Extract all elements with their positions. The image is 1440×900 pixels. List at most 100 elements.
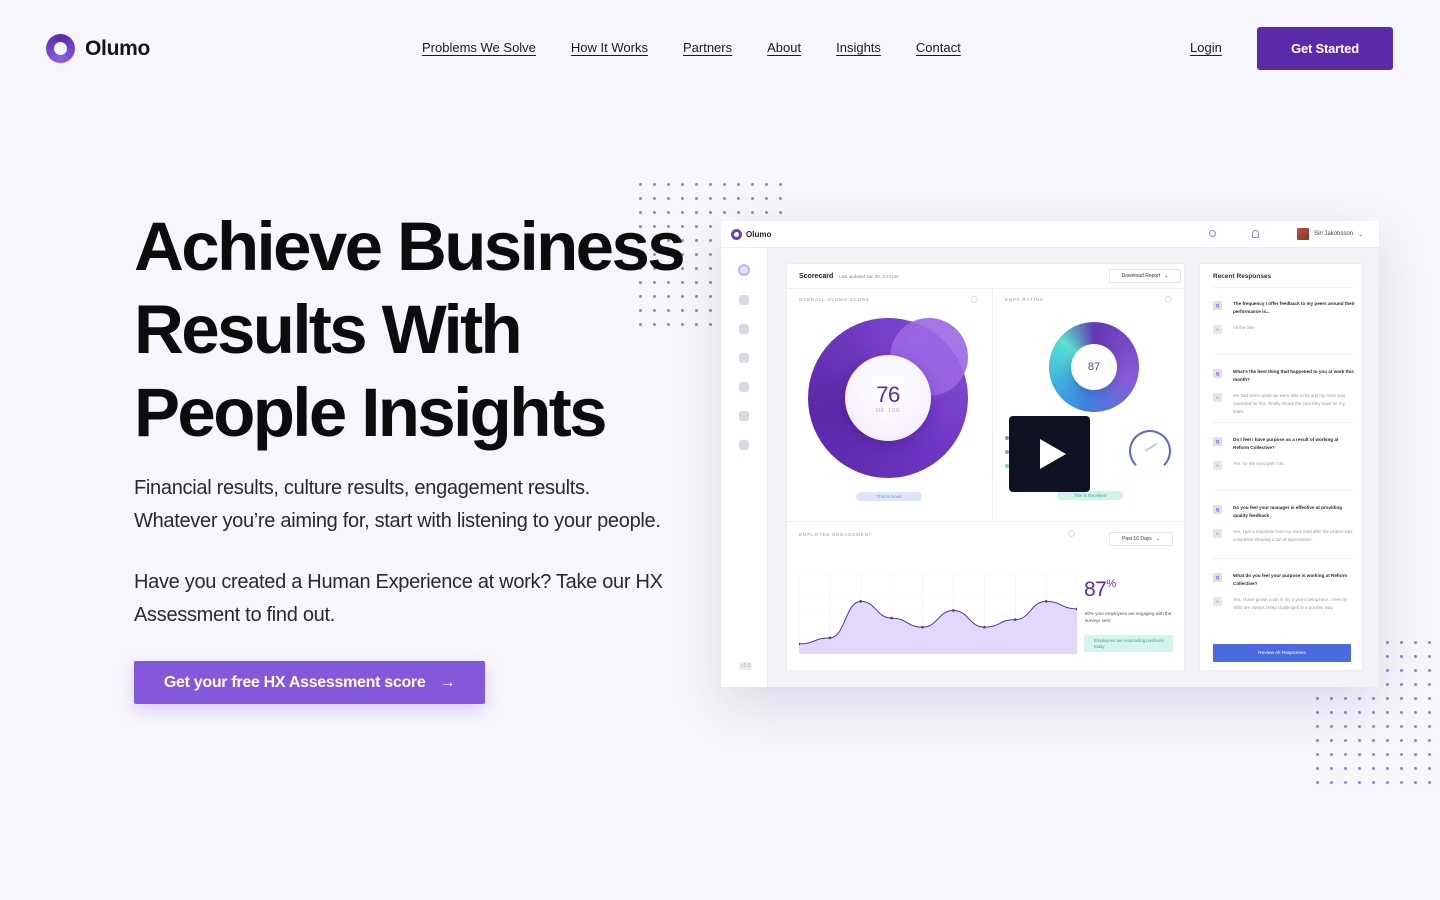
enps-gauge xyxy=(1129,430,1171,472)
answer-tag: A xyxy=(1213,597,1222,606)
user-icon xyxy=(739,411,749,421)
engagement-percent: 87% xyxy=(1084,578,1116,602)
hx-assessment-button[interactable]: Get your free HX Assessment score → xyxy=(134,661,485,704)
nav-how-it-works[interactable]: How It Works xyxy=(571,40,648,55)
decorative-dot xyxy=(1310,775,1324,789)
olumo-logo-icon xyxy=(731,229,742,240)
nav-partners[interactable]: Partners xyxy=(683,40,732,55)
decorative-dot xyxy=(1394,705,1408,719)
version-badge: v1.0 xyxy=(739,662,753,670)
decorative-dot xyxy=(1394,691,1408,705)
decorative-dot xyxy=(1408,677,1422,691)
decorative-dot xyxy=(703,191,717,205)
recent-responses-title: Recent Responses xyxy=(1213,273,1272,280)
recent-responses-card: Recent Responses Q The frequency I offer … xyxy=(1199,263,1363,671)
decorative-dot xyxy=(703,261,717,275)
decorative-dot xyxy=(1394,733,1408,747)
decorative-dot xyxy=(703,275,717,289)
decorative-dot xyxy=(675,191,689,205)
decorative-dot xyxy=(689,191,703,205)
decorative-dot xyxy=(1310,719,1324,733)
decorative-dot xyxy=(661,191,675,205)
decorative-dot xyxy=(1422,663,1436,677)
decorative-dot xyxy=(1352,733,1366,747)
decorative-dot xyxy=(1310,761,1324,775)
decorative-dot xyxy=(1380,635,1394,649)
decorative-dot xyxy=(633,177,647,191)
decorative-dot xyxy=(1380,705,1394,719)
decorative-dot xyxy=(1408,635,1422,649)
engagement-area xyxy=(799,601,1077,654)
nav-problems-we-solve[interactable]: Problems We Solve xyxy=(422,40,536,55)
decorative-dot xyxy=(1324,705,1338,719)
decorative-dot xyxy=(1366,747,1380,761)
decorative-dot xyxy=(1394,677,1408,691)
question-tag: Q xyxy=(1213,573,1222,582)
overall-score-badge: This is Good xyxy=(856,492,922,501)
hx-assessment-label: Get your free HX Assessment score xyxy=(163,673,426,691)
info-icon xyxy=(971,296,978,303)
engagement-point xyxy=(921,625,924,629)
decorative-dot xyxy=(703,219,717,233)
answer-tag: A xyxy=(1213,393,1222,402)
response-question: Do I feel I have purpose as a result of … xyxy=(1233,437,1339,450)
divider xyxy=(992,288,993,520)
question-tag: Q xyxy=(1213,505,1222,514)
answer-tag: A xyxy=(1213,529,1222,538)
engagement-point xyxy=(828,636,832,640)
response-question: Do you feel your manager is effective at… xyxy=(1233,505,1343,518)
decorative-dot xyxy=(1408,719,1422,733)
scorecard-card: Scorecard Last updated Jan 30, 4:23 pm D… xyxy=(786,263,1185,671)
question-tag: Q xyxy=(1213,369,1222,378)
response-answer: We had some goals we were able to hit an… xyxy=(1233,393,1346,414)
decorative-dot xyxy=(745,191,759,205)
divider xyxy=(1213,354,1353,355)
chevron-down-icon: ⌄ xyxy=(1164,273,1169,279)
get-started-button[interactable]: Get Started xyxy=(1257,27,1393,70)
decorative-dot xyxy=(1380,747,1394,761)
document-icon xyxy=(739,382,749,392)
answer-tag: A xyxy=(1213,325,1222,334)
engagement-description: 80% your employees are engaging with the… xyxy=(1085,611,1172,623)
last-updated: Last updated Jan 30, 4:23 pm xyxy=(839,274,899,279)
decorative-dot xyxy=(661,177,675,191)
main-nav: Problems We Solve How It Works Partners … xyxy=(422,40,961,55)
dashboard-nav-icon xyxy=(738,264,750,276)
hero-hx-prompt: Have you created a Human Experience at w… xyxy=(134,571,663,626)
decorative-dot xyxy=(1422,747,1436,761)
decorative-dot xyxy=(773,177,787,191)
brand-logo[interactable]: Olumo xyxy=(46,34,150,63)
decorative-dot xyxy=(1380,761,1394,775)
decorative-dot xyxy=(759,191,773,205)
response-question: What do you feel your purpose is working… xyxy=(1233,573,1348,586)
enps-label: ENPS RATING xyxy=(1005,297,1044,302)
decorative-dot xyxy=(703,233,717,247)
enps-value: 87 xyxy=(1087,361,1101,373)
chevron-down-icon: ⌄ xyxy=(1358,231,1364,238)
response-answer: Yes, I have grown a ton in my 2 years be… xyxy=(1233,597,1348,610)
info-icon xyxy=(1165,296,1172,303)
nav-contact[interactable]: Contact xyxy=(916,40,961,55)
login-link[interactable]: Login xyxy=(1190,40,1222,55)
scorecard-title: Scorecard xyxy=(799,273,834,280)
decorative-dot xyxy=(1394,747,1408,761)
decorative-dot xyxy=(717,177,731,191)
play-video-button[interactable] xyxy=(1009,416,1090,492)
decorative-dot xyxy=(1352,747,1366,761)
decorative-dot xyxy=(1394,719,1408,733)
overall-score-center: 76 OF 100 xyxy=(845,355,931,441)
engagement-chart xyxy=(799,573,1077,654)
nav-about[interactable]: About xyxy=(767,40,801,55)
decorative-dot xyxy=(1408,649,1422,663)
nav-insights[interactable]: Insights xyxy=(836,40,881,55)
user-menu: Siri Jakobsson ⌄ xyxy=(1297,228,1363,240)
decorative-dot xyxy=(1338,775,1352,789)
decorative-dot xyxy=(717,205,731,219)
decorative-dot xyxy=(1310,733,1324,747)
response-item: Q The frequency I offer feedback to my pe… xyxy=(1213,300,1355,334)
decorative-dot xyxy=(1380,663,1394,677)
decorative-dot xyxy=(1394,761,1408,775)
decorative-dot xyxy=(1310,705,1324,719)
download-report-button: Download Report ⌄ xyxy=(1109,269,1181,283)
image-icon xyxy=(739,353,749,363)
